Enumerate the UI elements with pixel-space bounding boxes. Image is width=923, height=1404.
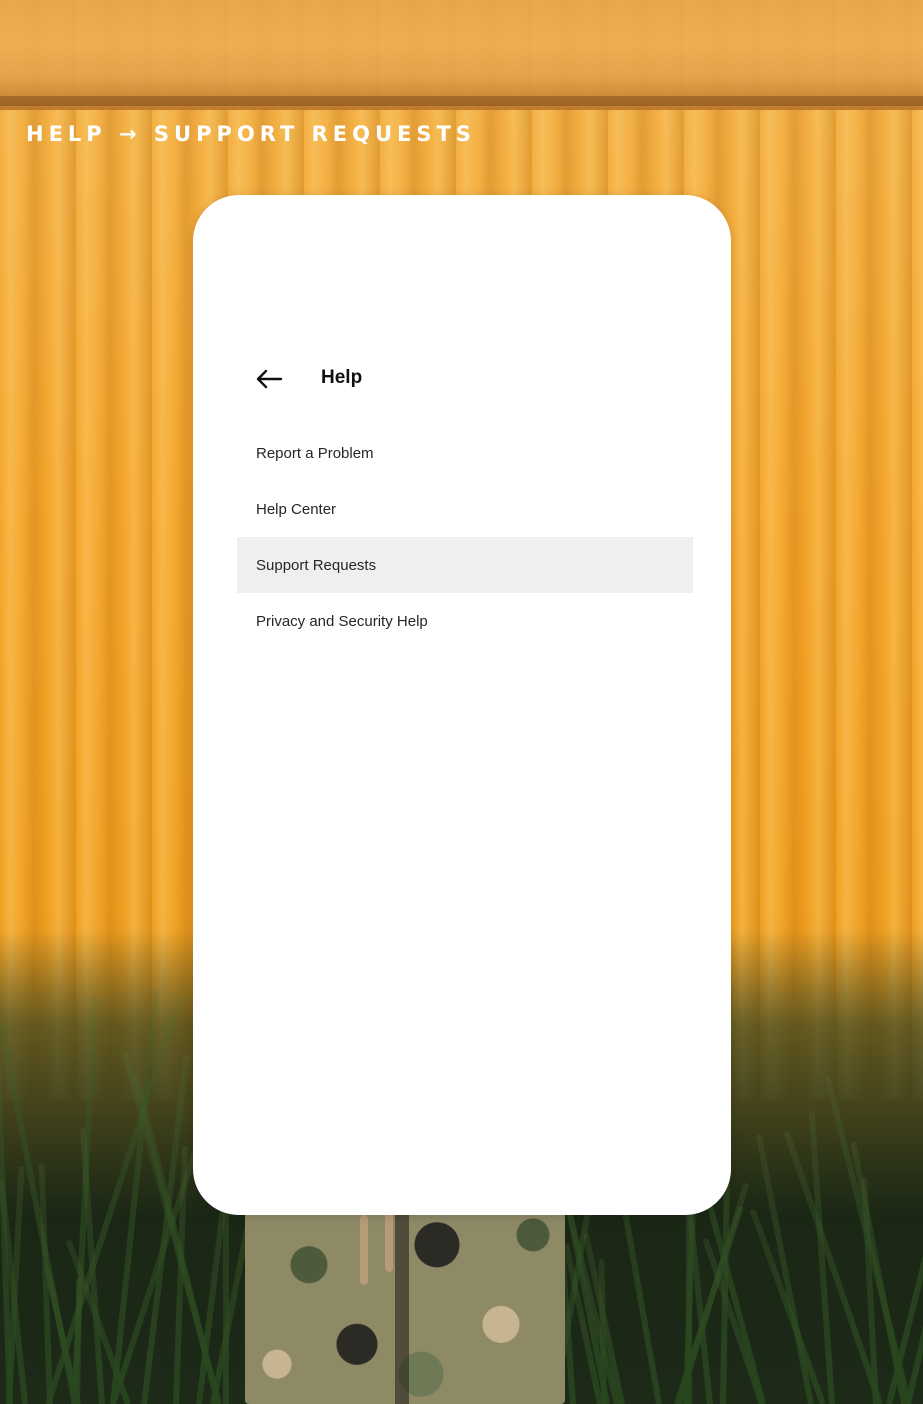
grass-blade (749, 1208, 826, 1404)
menu-item-label: Help Center (256, 500, 337, 518)
screen-title: Help (321, 367, 363, 388)
drawstring (385, 1212, 393, 1272)
pants-gap (395, 1205, 409, 1404)
menu-item-label: Privacy and Security Help (256, 612, 428, 630)
breadcrumb: HELP → SUPPORT REQUESTS (26, 122, 476, 146)
grass-blade (824, 1076, 912, 1404)
menu-item-help-center[interactable]: Help Center (237, 481, 693, 537)
wall-top-shadow (0, 96, 923, 106)
app-bar: Help (193, 355, 731, 401)
arrow-left-icon (256, 369, 283, 389)
menu-item-privacy-and-security-help[interactable]: Privacy and Security Help (237, 593, 693, 649)
background-photo: HELP → SUPPORT REQUESTS Help Report a Pr… (0, 0, 923, 1404)
grass-blade (905, 1082, 923, 1404)
menu-item-support-requests[interactable]: Support Requests (237, 537, 693, 593)
menu-item-label: Support Requests (256, 556, 377, 574)
help-menu: Report a Problem Help Center Support Req… (237, 425, 693, 649)
wall-top-beam (0, 0, 923, 110)
drawstring (360, 1215, 368, 1285)
phone-screen: Help Report a Problem Help Center Suppor… (193, 195, 731, 1215)
menu-item-report-a-problem[interactable]: Report a Problem (237, 425, 693, 481)
menu-item-label: Report a Problem (256, 444, 374, 462)
back-button[interactable] (249, 359, 289, 399)
